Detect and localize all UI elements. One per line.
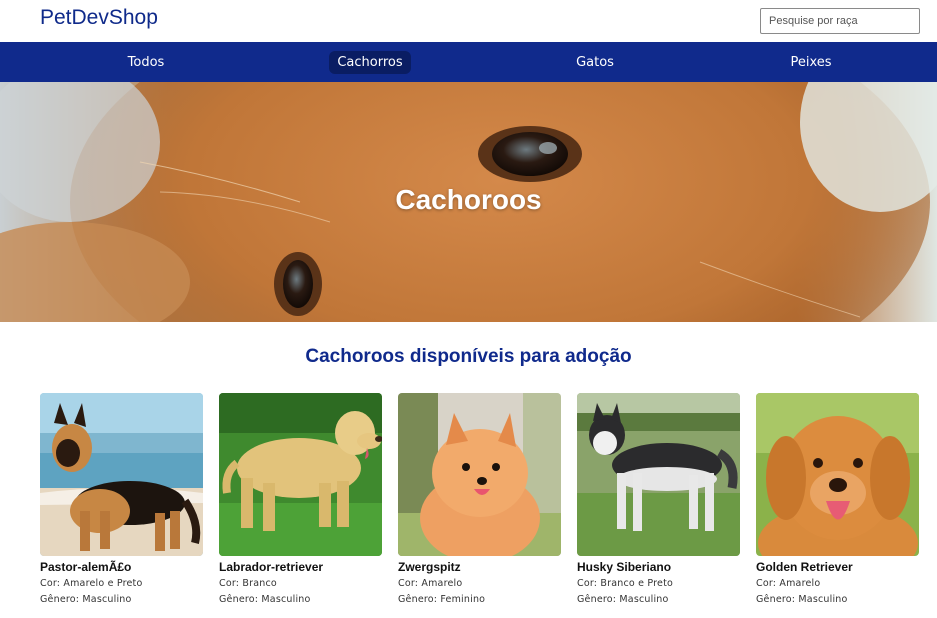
pet-color: Cor: Branco e Preto <box>577 578 674 589</box>
pet-card[interactable]: Golden Retriever Cor: Amarelo Gênero: Ma… <box>756 393 919 605</box>
pet-name: Golden Retriever <box>756 560 853 574</box>
pet-card[interactable]: Pastor-alemÃ£o Cor: Amarelo e Preto Gêne… <box>40 393 203 605</box>
search-input[interactable] <box>760 8 920 34</box>
pet-color: Cor: Amarelo <box>756 578 821 589</box>
dog-photo-zwergspitz[interactable] <box>398 393 561 556</box>
brand-logo[interactable]: PetDevShop <box>40 6 158 30</box>
nav-item-todos[interactable]: Todos <box>105 51 187 74</box>
pet-gender: Gênero: Masculino <box>577 594 669 605</box>
pet-color: Cor: Amarelo e Preto <box>40 578 143 589</box>
dog-photo-husky[interactable] <box>577 393 740 556</box>
nav-item-peixes[interactable]: Peixes <box>770 51 852 74</box>
pet-name: Husky Siberiano <box>577 560 672 574</box>
pet-card[interactable]: Husky Siberiano Cor: Branco e Preto Gêne… <box>577 393 740 605</box>
category-nav: Todos Cachorros Gatos Peixes <box>0 42 937 82</box>
nav-item-cachorros[interactable]: Cachorros <box>329 51 411 74</box>
top-bar: PetDevShop <box>0 0 937 42</box>
dog-photo-golden-retriever[interactable] <box>756 393 919 556</box>
pet-card[interactable]: Labrador-retriever Cor: Branco Gênero: M… <box>219 393 382 605</box>
pet-gender: Gênero: Masculino <box>756 594 848 605</box>
dog-photo-labrador[interactable] <box>219 393 382 556</box>
pet-gender: Gênero: Feminino <box>398 594 486 605</box>
pet-color: Cor: Amarelo <box>398 578 463 589</box>
pet-gender: Gênero: Masculino <box>40 594 132 605</box>
section-title: Cachoroos disponíveis para adoção <box>305 346 632 367</box>
pet-name: Pastor-alemÃ£o <box>40 560 132 574</box>
pet-color: Cor: Branco <box>219 578 277 589</box>
pet-name: Zwergspitz <box>398 560 461 574</box>
nav-item-gatos[interactable]: Gatos <box>554 51 636 74</box>
pet-name: Labrador-retriever <box>219 560 324 574</box>
pet-card[interactable]: Zwergspitz Cor: Amarelo Gênero: Feminino <box>398 393 561 605</box>
pet-gender: Gênero: Masculino <box>219 594 311 605</box>
hero-title: Cachoroos <box>395 184 542 215</box>
dog-photo-german-shepherd[interactable] <box>40 393 203 556</box>
hero-banner: Cachoroos <box>0 82 937 322</box>
